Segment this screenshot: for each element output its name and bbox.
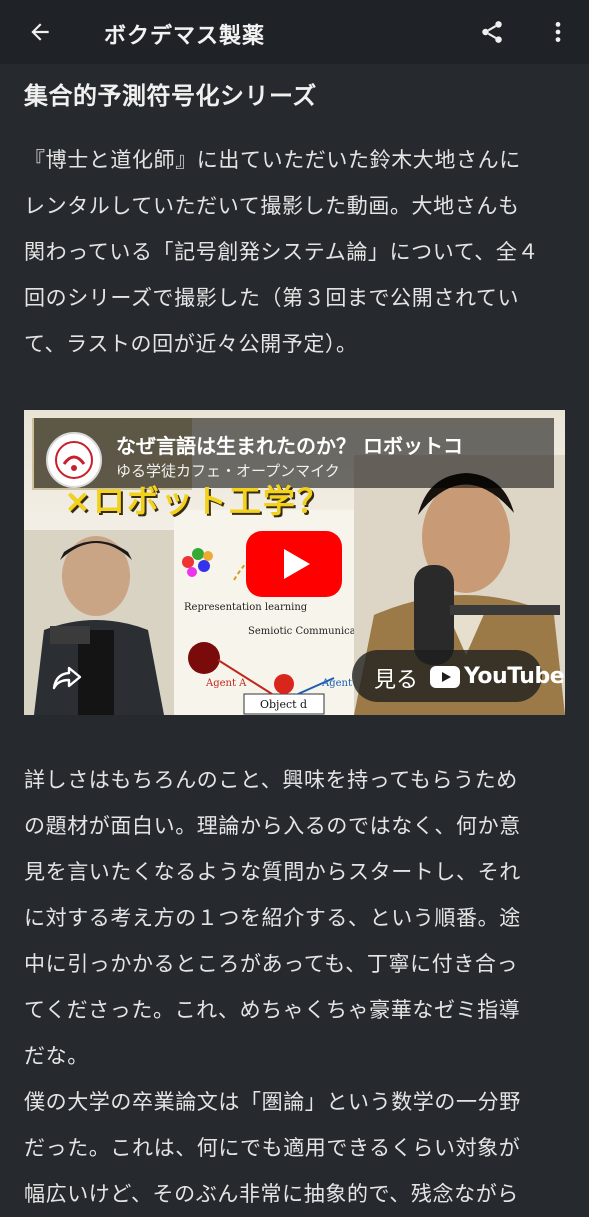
share-icon [482, 21, 502, 43]
body-paragraph-3: 僕の大学の卒業論文は「圏論」という数学の一分野 だった。これは、何にでも適用でき… [24, 1079, 569, 1217]
thumbnail-caption: ×ロボット工学？ [64, 482, 331, 520]
paragraph-line: に対する考え方の１つを紹介する、という順番。途 [24, 906, 521, 930]
back-button[interactable] [22, 14, 58, 50]
youtube-logo: YouTube [430, 664, 565, 689]
body-paragraph-1: 『博士と道化師』に出ていただいた鈴木大地さんに レンタルしていただいて撮影した動… [24, 137, 569, 367]
watch-label: 見る [374, 668, 419, 693]
diagram-label: Agent [321, 678, 352, 689]
video-title[interactable]: なぜ言語は生まれたのか？ ロボットコ [116, 430, 463, 459]
paragraph-line: 詳しさはもちろんのこと、興味を持ってもらうため [24, 768, 518, 792]
more-options-button[interactable] [540, 14, 576, 50]
share-arrow-icon[interactable] [50, 660, 84, 694]
diagram-label: Semiotic Communication [248, 626, 364, 637]
paragraph-line: の題材が面白い。理論から入るのではなく、何か意 [24, 814, 521, 838]
paragraph-line: 回のシリーズで撮影した（第３回まで公開されてい [24, 286, 520, 310]
paragraph-line: 僕の大学の卒業論文は「圏論」という数学の一分野 [24, 1090, 521, 1114]
share-button[interactable] [474, 14, 510, 50]
paragraph-line: だった。これは、何にでも適用できるくらい対象が [24, 1136, 521, 1160]
paragraph-line: 関わっている「記号創発システム論」について、全４ [24, 240, 540, 264]
diagram-label: Agent A [205, 678, 247, 689]
youtube-wordmark: YouTube [464, 664, 565, 689]
paragraph-line: だな。 [24, 1044, 89, 1068]
diagram-label: Object d [260, 698, 307, 711]
person-left-image [24, 530, 174, 715]
play-icon[interactable] [246, 531, 342, 597]
paragraph-line: 中に引っかかるところがあっても、丁寧に付き合っ [24, 952, 519, 976]
paragraph-line: 『博士と道化師』に出ていただいた鈴木大地さんに [24, 148, 521, 172]
embedded-video[interactable]: Representation learning Semiotic Communi… [24, 410, 565, 715]
more-vertical-icon [555, 22, 561, 42]
app-title: ボクデマス製薬 [104, 24, 266, 49]
watch-on-youtube-button[interactable]: 見る YouTube [352, 650, 565, 702]
post-title: 集合的予測符号化シリーズ [24, 82, 317, 110]
diagram-label: Representation learning [184, 602, 308, 613]
paragraph-line: 幅広いけど、そのぶん非常に抽象的で、残念ながら [24, 1182, 519, 1206]
body-paragraph-2: 詳しさはもちろんのこと、興味を持ってもらうため の題材が面白い。理論から入るので… [24, 757, 569, 1079]
arrow-left-icon [31, 23, 49, 41]
paragraph-line: 見を言いたくなるような質問からスタートし、それ [24, 860, 521, 884]
youtube-play-icon [430, 665, 460, 688]
app-bar: ボクデマス製薬 [0, 0, 589, 64]
paragraph-line: レンタルしていただいて撮影した動画。大地さんも [24, 194, 520, 218]
paragraph-line: て、ラストの回が近々公開予定）。 [24, 332, 358, 356]
paragraph-line: てくださった。これ、めちゃくちゃ豪華なゼミ指導 [24, 998, 521, 1022]
channel-avatar-icon [55, 441, 93, 479]
